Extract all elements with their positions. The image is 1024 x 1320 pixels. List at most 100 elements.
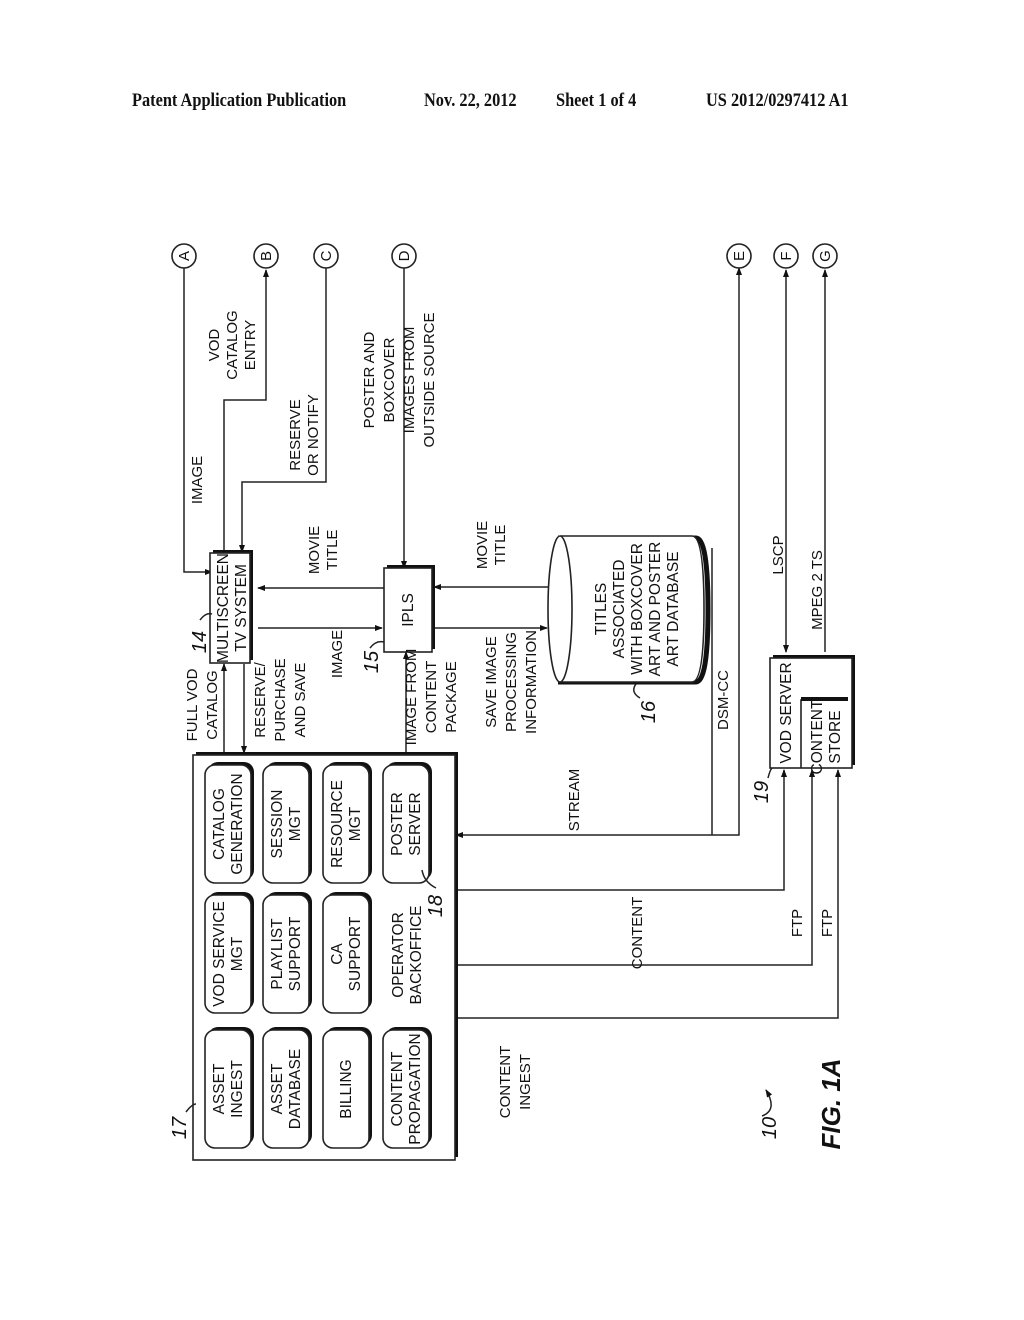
label-content-line: CONTENT — [629, 897, 646, 970]
connector-f-label-text: F — [778, 251, 795, 260]
database-label-line: TITLES — [593, 583, 610, 636]
label-full-vod-catalog-line: FULL VOD — [184, 668, 201, 741]
module-label-5-line: SESSION — [269, 790, 286, 859]
ref-14-text: 14 — [189, 631, 211, 653]
label-lscp-line: LSCP — [770, 535, 787, 574]
connector-c-label-text: C — [318, 250, 335, 261]
label-mpeg: MPEG 2 TS — [809, 550, 826, 630]
module-label-10: POSTER SERVER — [389, 792, 424, 856]
ref-15: 15 — [361, 650, 383, 673]
label-full-vod-catalog: FULL VOD CATALOG — [184, 668, 221, 741]
database-label-line: ART DATABASE — [665, 551, 682, 666]
module-label-8-line: MGT — [347, 806, 364, 841]
label-mpeg-line: MPEG 2 TS — [809, 550, 826, 630]
multiscreen-label: MULTISCREEN TV SYSTEM — [215, 553, 250, 663]
connector-e-label: E — [731, 251, 748, 261]
label-vod-catalog-entry-line: CATALOG — [224, 310, 241, 379]
label-dsm-cc-line: DSM-CC — [715, 670, 732, 730]
ipls-label-line: IPLS — [400, 593, 417, 627]
label-poster-boxcover-line: OUTSIDE SOURCE — [421, 312, 438, 447]
label-poster-boxcover-line: POSTER AND — [361, 331, 378, 428]
label-image-ipls: IMAGE — [329, 630, 346, 678]
label-reserve-purchase-line: AND SAVE — [292, 663, 309, 738]
backoffice-label: OPERATOR BACKOFFICE — [390, 905, 425, 1004]
module-label-10-line: SERVER — [407, 792, 424, 855]
content-store-label-line: STORE — [827, 710, 844, 763]
ref-18: 18 — [425, 895, 447, 917]
database-label-line: ASSOCIATED — [611, 560, 628, 659]
ref-17-text: 17 — [169, 1116, 191, 1139]
label-poster-boxcover: POSTER AND BOXCOVER IMAGES FROM OUTSIDE SOU… — [361, 312, 438, 447]
database-top — [547, 535, 573, 683]
vod-server-label: VOD SERVER — [778, 662, 795, 763]
label-vod-catalog-entry-line: VOD — [206, 329, 223, 362]
label-poster-boxcover-line: IMAGES FROM — [401, 327, 418, 434]
label-image-from-content-line: PACKAGE — [443, 661, 460, 732]
label-reserve-purchase: RESERVE/PURCHASE AND SAVE — [252, 658, 309, 741]
module-label-6-line: BILLING — [338, 1059, 355, 1118]
figure-ref-10: 10 — [759, 1117, 781, 1139]
ref-16-leader — [633, 683, 641, 699]
label-reserve-purchase-line: RESERVE/ — [252, 661, 269, 737]
module-label-5-line: MGT — [287, 806, 304, 841]
label-poster-boxcover-line: BOXCOVER — [381, 337, 398, 422]
label-image-ipls-line: IMAGE — [329, 630, 346, 678]
connector-g-label: G — [817, 250, 834, 262]
system-diagram: A B C D E F GMULTISCREEN TV SYSTEM IPLS TITLES ASS… — [169, 243, 855, 1161]
module-label-2-line: CATALOG — [211, 788, 228, 860]
ref-19: 19 — [751, 781, 773, 803]
ref-19-leader — [767, 767, 773, 779]
line-content — [456, 769, 787, 891]
ref-17: 17 — [169, 1116, 191, 1139]
module-label-1-line: VOD SERVICE — [211, 901, 228, 1007]
label-movie-title-2: MOVIE TITLE — [474, 521, 509, 569]
label-image-from-content-line: CONTENT — [423, 661, 440, 734]
label-reserve-notify-line: OR NOTIFY — [305, 394, 322, 476]
module-label-2: CATALOG GENERATION — [211, 773, 246, 874]
label-image-a: IMAGE — [189, 456, 206, 504]
content-store-label-line: CONTENT — [809, 699, 826, 774]
label-vod-catalog-entry: VOD CATALOG ENTRY — [206, 310, 259, 379]
module-label-9-line: PROPAGATION — [407, 1033, 424, 1144]
connector-d-label-text: D — [396, 250, 413, 261]
database-label-line: WITH BOXCOVER — [629, 543, 646, 675]
module-label-8-line: RESOURCE — [329, 780, 346, 868]
connector-f-label: F — [778, 251, 795, 260]
label-reserve-notify: RESERVE OR NOTIFY — [287, 394, 322, 476]
ref-19-text: 19 — [751, 781, 773, 803]
module-label-3-line: DATABASE — [287, 1049, 304, 1129]
module-label-7-line: CA — [329, 943, 346, 965]
label-movie-title-2-line: MOVIE — [474, 521, 491, 569]
label-save-image-line: SAVE IMAGE — [483, 636, 500, 727]
label-save-image: SAVE IMAGE PROCESSING INFORMATION — [483, 630, 540, 734]
label-content: CONTENT — [629, 897, 646, 970]
module-label-2-line: GENERATION — [229, 773, 246, 874]
module-label-0-line: INGEST — [229, 1060, 246, 1118]
label-save-image-line: INFORMATION — [523, 630, 540, 734]
module-label-4: PLAYLIST SUPPORT — [269, 916, 304, 991]
line-image-a — [183, 268, 213, 575]
ref-18-text: 18 — [425, 895, 447, 917]
connector-b-label-text: B — [258, 251, 275, 261]
module-label-9-line: CONTENT — [389, 1051, 406, 1126]
ref-14: 14 — [189, 631, 211, 653]
line-ftp-2 — [456, 769, 841, 1019]
backoffice-label-line: OPERATOR — [390, 912, 407, 998]
connector-b-label: B — [258, 251, 275, 261]
label-movie-title-1-line: MOVIE — [306, 526, 323, 574]
database-cylinder — [547, 535, 711, 685]
connector-a-label-text: A — [176, 251, 193, 261]
label-content-ingest-line: CONTENT — [497, 1046, 514, 1119]
connector-c-label: C — [318, 250, 335, 261]
ref-15-text: 15 — [361, 650, 383, 673]
multiscreen-label-line: TV SYSTEM — [233, 564, 250, 652]
label-reserve-purchase-line: PURCHASE — [272, 658, 289, 741]
figure-ref-10-text: 10 — [759, 1117, 781, 1139]
module-label-1-line: MGT — [229, 936, 246, 971]
label-dsm-cc: DSM-CC — [715, 670, 732, 730]
label-lscp: LSCP — [770, 535, 787, 574]
module-label-4-line: SUPPORT — [287, 916, 304, 991]
label-ftp-2-line: FTP — [819, 909, 836, 937]
module-label-3-line: ASSET — [269, 1063, 286, 1114]
label-image-from-content: IMAGE FROM CONTENT PACKAGE — [403, 649, 460, 746]
